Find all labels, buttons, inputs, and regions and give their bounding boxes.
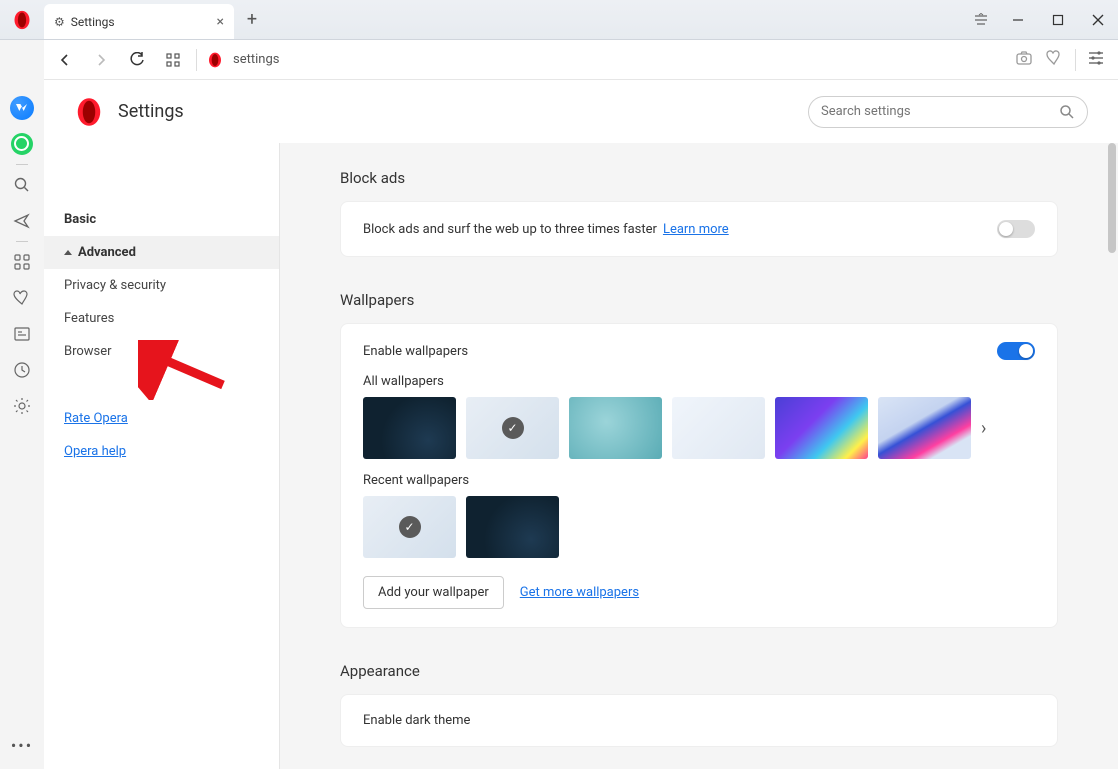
window-controls — [998, 0, 1118, 39]
wallpaper-thumb-4[interactable] — [672, 397, 765, 459]
reload-button[interactable] — [124, 47, 150, 73]
blockads-heading: Block ads — [340, 169, 1058, 187]
news-icon[interactable] — [6, 316, 38, 352]
wallpaper-thumb-6[interactable] — [878, 397, 971, 459]
search-icon[interactable] — [6, 167, 38, 203]
opera-menu-button[interactable] — [0, 0, 44, 39]
nav-browser[interactable]: Browser — [44, 335, 279, 368]
page-title: Settings — [118, 101, 184, 122]
wallpaper-thumb-2[interactable] — [466, 397, 559, 459]
appearance-heading: Appearance — [340, 662, 1058, 680]
heart-icon[interactable] — [6, 280, 38, 316]
main-body: Basic Advanced Privacy & security Featur… — [44, 143, 1118, 769]
opera-logo — [74, 97, 104, 127]
address-bar: settings — [44, 40, 1118, 80]
history-icon[interactable] — [6, 352, 38, 388]
nav-rate-opera[interactable]: Rate Opera — [44, 402, 279, 435]
get-more-wallpapers-link[interactable]: Get more wallpapers — [520, 585, 639, 600]
close-window-button[interactable] — [1078, 0, 1118, 40]
minimize-button[interactable] — [998, 0, 1038, 40]
speed-dial-icon[interactable] — [6, 244, 38, 280]
enable-dark-theme-label: Enable dark theme — [363, 713, 470, 728]
back-button[interactable] — [52, 47, 78, 73]
add-wallpaper-button[interactable]: Add your wallpaper — [363, 576, 504, 609]
wallpapers-card: Enable wallpapers All wallpapers › Recen… — [340, 323, 1058, 628]
snapshot-icon[interactable] — [1015, 49, 1033, 71]
gear-icon: ⚙ — [54, 15, 65, 29]
enable-wallpapers-toggle[interactable] — [997, 342, 1035, 360]
enable-wallpapers-label: Enable wallpapers — [363, 344, 468, 359]
content-area: Settings Basic Advanced Privacy & securi… — [44, 80, 1118, 769]
blockads-learn-more[interactable]: Learn more — [663, 222, 729, 237]
send-icon[interactable] — [6, 203, 38, 239]
blockads-card: Block ads and surf the web up to three t… — [340, 201, 1058, 257]
recent-wallpaper-thumb-1[interactable] — [363, 496, 456, 558]
caret-up-icon — [64, 250, 72, 255]
search-icon — [1059, 104, 1075, 120]
tab-label: Settings — [71, 15, 211, 29]
menu-icon[interactable] — [964, 0, 998, 39]
whatsapp-icon[interactable] — [6, 126, 38, 162]
close-tab-icon[interactable]: × — [217, 14, 224, 30]
nav-privacy[interactable]: Privacy & security — [44, 269, 279, 302]
recent-wallpapers-label: Recent wallpapers — [363, 473, 1035, 488]
new-tab-button[interactable]: + — [234, 0, 270, 39]
address-text[interactable]: settings — [233, 52, 1005, 67]
forward-button[interactable] — [88, 47, 114, 73]
blockads-text: Block ads and surf the web up to three t… — [363, 222, 657, 237]
wallpapers-heading: Wallpapers — [340, 291, 1058, 309]
wallpaper-thumb-1[interactable] — [363, 397, 456, 459]
messenger-icon[interactable] — [6, 90, 38, 126]
search-input[interactable] — [821, 104, 1051, 119]
settings-gear-icon[interactable] — [6, 388, 38, 424]
search-settings-box[interactable] — [808, 96, 1088, 128]
all-wallpapers-label: All wallpapers — [363, 374, 1035, 389]
appearance-card: Enable dark theme — [340, 694, 1058, 747]
sidebar-rail: ••• — [0, 40, 44, 769]
settings-panel: Block ads Block ads and surf the web up … — [280, 143, 1118, 769]
speed-dial-button[interactable] — [160, 47, 186, 73]
page-header: Settings — [44, 80, 1118, 143]
browser-tab[interactable]: ⚙ Settings × — [44, 4, 234, 39]
recent-wallpaper-thumb-2[interactable] — [466, 496, 559, 558]
bookmark-heart-icon[interactable] — [1045, 49, 1063, 71]
nav-basic[interactable]: Basic — [44, 203, 279, 236]
titlebar: ⚙ Settings × + — [0, 0, 1118, 40]
nav-advanced[interactable]: Advanced — [44, 236, 279, 269]
wallpaper-thumb-5[interactable] — [775, 397, 868, 459]
more-icon[interactable]: ••• — [0, 736, 44, 755]
blockads-toggle[interactable] — [997, 220, 1035, 238]
wallpaper-thumb-3[interactable] — [569, 397, 662, 459]
easy-setup-icon[interactable] — [1088, 50, 1104, 70]
scrollbar[interactable] — [1106, 143, 1118, 769]
nav-features[interactable]: Features — [44, 302, 279, 335]
settings-sidebar: Basic Advanced Privacy & security Featur… — [44, 143, 280, 769]
opera-favicon — [207, 52, 223, 68]
wallpapers-next-button[interactable]: › — [981, 418, 1001, 439]
nav-opera-help[interactable]: Opera help — [44, 435, 279, 468]
maximize-button[interactable] — [1038, 0, 1078, 40]
